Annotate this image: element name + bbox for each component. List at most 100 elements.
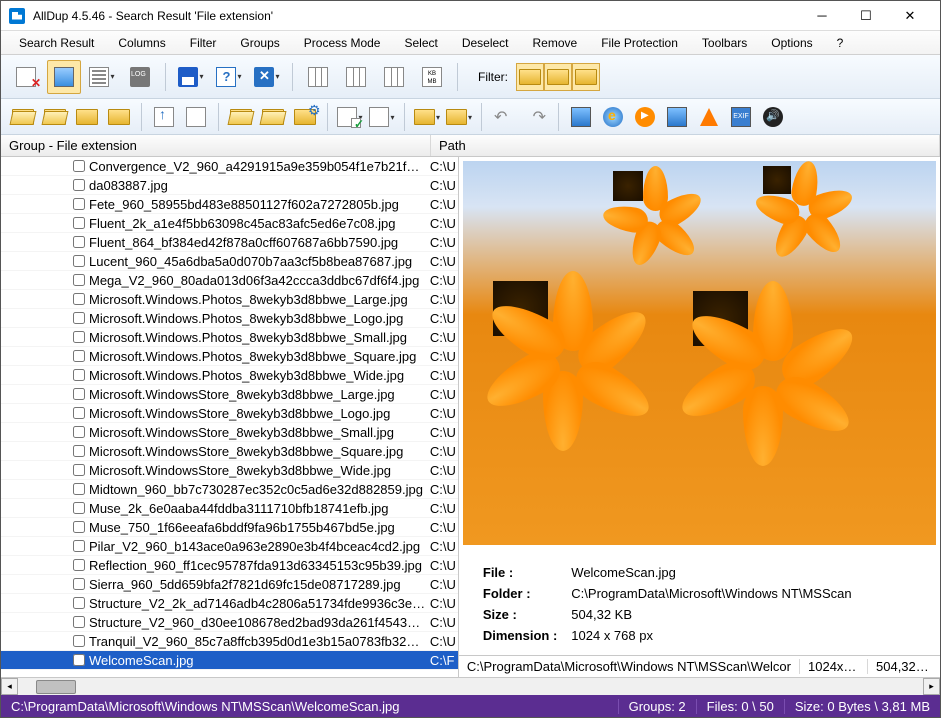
menu-remove[interactable]: Remove	[523, 34, 588, 52]
folder-right-button[interactable]	[259, 103, 287, 131]
file-checkbox[interactable]	[73, 293, 85, 305]
folder-uncheck-button[interactable]: ▾	[445, 103, 473, 131]
file-row[interactable]: Sierra_960_5dd659bfa2f7821d69fc15de08717…	[1, 575, 458, 594]
menu-search-result[interactable]: Search Result	[9, 34, 104, 52]
viewer-vlc-button[interactable]	[695, 103, 723, 131]
menu-groups[interactable]: Groups	[230, 34, 289, 52]
move-out-button[interactable]	[182, 103, 210, 131]
file-checkbox[interactable]	[73, 654, 85, 666]
file-row[interactable]: Microsoft.WindowsStore_8wekyb3d8bbwe_Lar…	[1, 385, 458, 404]
filter-folder-1[interactable]	[516, 63, 544, 91]
file-checkbox[interactable]	[73, 198, 85, 210]
menu-file-protection[interactable]: File Protection	[591, 34, 688, 52]
thumbnail-view-button[interactable]	[47, 60, 81, 94]
file-row[interactable]: Tranquil_V2_960_85c7a8ffcb395d0d1e3b15a0…	[1, 632, 458, 651]
file-row[interactable]: Microsoft.Windows.Photos_8wekyb3d8bbwe_S…	[1, 328, 458, 347]
maximize-button[interactable]: ☐	[844, 2, 888, 30]
close-result-button[interactable]: ✕▾	[250, 60, 284, 94]
file-row[interactable]: Muse_750_1f66eeafa6bddf9fa96b1755b467bd5…	[1, 518, 458, 537]
file-checkbox[interactable]	[73, 616, 85, 628]
file-checkbox[interactable]	[73, 521, 85, 533]
page-check-button[interactable]: ▾	[336, 103, 364, 131]
file-row[interactable]: Convergence_V2_960_a4291915a9e359b054f1e…	[1, 157, 458, 176]
redo-button[interactable]	[522, 103, 550, 131]
file-checkbox[interactable]	[73, 578, 85, 590]
viewer-image-button[interactable]	[567, 103, 595, 131]
columns-button-2[interactable]	[339, 60, 373, 94]
file-row[interactable]: Microsoft.WindowsStore_8wekyb3d8bbwe_Wid…	[1, 461, 458, 480]
file-row[interactable]: Fete_960_58955bd483e88501127f602a7272805…	[1, 195, 458, 214]
file-row[interactable]: Midtown_960_bb7c730287ec352c0c5ad6e32d88…	[1, 480, 458, 499]
file-checkbox[interactable]	[73, 255, 85, 267]
file-list[interactable]: Convergence_V2_960_a4291915a9e359b054f1e…	[1, 157, 459, 677]
file-row[interactable]: Lucent_960_45a6dba5a0d070b7aa3cf5b8bea87…	[1, 252, 458, 271]
file-row[interactable]: Muse_2k_6e0aaba44fddba3111710bfb18741efb…	[1, 499, 458, 518]
folder-gear-button[interactable]	[291, 103, 319, 131]
scroll-left-arrow[interactable]: ◂	[1, 678, 18, 695]
file-row[interactable]: Microsoft.WindowsStore_8wekyb3d8bbwe_Log…	[1, 404, 458, 423]
menu--[interactable]: ?	[827, 34, 854, 52]
help-button[interactable]: ?▾	[212, 60, 246, 94]
file-checkbox[interactable]	[73, 236, 85, 248]
file-checkbox[interactable]	[73, 635, 85, 647]
file-checkbox[interactable]	[73, 502, 85, 514]
menu-filter[interactable]: Filter	[180, 34, 227, 52]
file-checkbox[interactable]	[73, 540, 85, 552]
columns-button-3[interactable]	[377, 60, 411, 94]
file-row[interactable]: Structure_V2_2k_ad7146adb4c2806a51734fde…	[1, 594, 458, 613]
file-checkbox[interactable]	[73, 407, 85, 419]
file-checkbox[interactable]	[73, 160, 85, 172]
column-group[interactable]: Group - File extension	[1, 135, 431, 156]
file-row[interactable]: da083887.jpgC:\U	[1, 176, 458, 195]
columns-button-1[interactable]	[301, 60, 335, 94]
undo-button[interactable]	[490, 103, 518, 131]
file-checkbox[interactable]	[73, 274, 85, 286]
viewer-exif-button[interactable]: EXIF	[727, 103, 755, 131]
menu-options[interactable]: Options	[761, 34, 822, 52]
doc-remove-button[interactable]	[9, 60, 43, 94]
folder-collapse-button[interactable]	[73, 103, 101, 131]
file-row[interactable]: Reflection_960_ff1cec95787fda913d6334515…	[1, 556, 458, 575]
file-checkbox[interactable]	[73, 597, 85, 609]
file-checkbox[interactable]	[73, 426, 85, 438]
menu-deselect[interactable]: Deselect	[452, 34, 519, 52]
file-row[interactable]: Microsoft.WindowsStore_8wekyb3d8bbwe_Squ…	[1, 442, 458, 461]
close-button[interactable]: ✕	[888, 2, 932, 30]
menu-toolbars[interactable]: Toolbars	[692, 34, 757, 52]
file-checkbox[interactable]	[73, 445, 85, 457]
folder-left-button[interactable]	[227, 103, 255, 131]
log-button[interactable]	[123, 60, 157, 94]
filter-folder-3[interactable]	[572, 63, 600, 91]
file-row[interactable]: WelcomeScan.jpgC:\F	[1, 651, 458, 670]
file-checkbox[interactable]	[73, 179, 85, 191]
viewer-wmp-button[interactable]	[631, 103, 659, 131]
folder-check-button[interactable]: ▾	[413, 103, 441, 131]
folder-fwd-button[interactable]	[41, 103, 69, 131]
file-checkbox[interactable]	[73, 312, 85, 324]
horizontal-scrollbar[interactable]: ◂ ▸	[1, 677, 940, 695]
file-row[interactable]: Fluent_864_bf384ed42f878a0cff607687a6bb7…	[1, 233, 458, 252]
file-row[interactable]: Microsoft.Windows.Photos_8wekyb3d8bbwe_L…	[1, 290, 458, 309]
scroll-right-arrow[interactable]: ▸	[923, 678, 940, 695]
viewer-pic-button[interactable]	[663, 103, 691, 131]
file-row[interactable]: Mega_V2_960_80ada013d06f3a42ccca3ddbc67d…	[1, 271, 458, 290]
file-checkbox[interactable]	[73, 388, 85, 400]
file-checkbox[interactable]	[73, 350, 85, 362]
file-row[interactable]: Microsoft.Windows.Photos_8wekyb3d8bbwe_L…	[1, 309, 458, 328]
file-checkbox[interactable]	[73, 331, 85, 343]
file-checkbox[interactable]	[73, 217, 85, 229]
list-view-button[interactable]: ▾	[85, 60, 119, 94]
filter-folder-2[interactable]	[544, 63, 572, 91]
file-checkbox[interactable]	[73, 559, 85, 571]
file-row[interactable]: Microsoft.Windows.Photos_8wekyb3d8bbwe_W…	[1, 366, 458, 385]
size-unit-button[interactable]: KBMB	[415, 60, 449, 94]
move-up-button[interactable]	[150, 103, 178, 131]
viewer-sound-button[interactable]	[759, 103, 787, 131]
file-checkbox[interactable]	[73, 464, 85, 476]
file-row[interactable]: Microsoft.WindowsStore_8wekyb3d8bbwe_Sma…	[1, 423, 458, 442]
page-button[interactable]: ▾	[368, 103, 396, 131]
column-path[interactable]: Path	[431, 135, 940, 156]
menu-select[interactable]: Select	[394, 34, 447, 52]
file-row[interactable]: Microsoft.Windows.Photos_8wekyb3d8bbwe_S…	[1, 347, 458, 366]
folder-expand-button[interactable]	[105, 103, 133, 131]
